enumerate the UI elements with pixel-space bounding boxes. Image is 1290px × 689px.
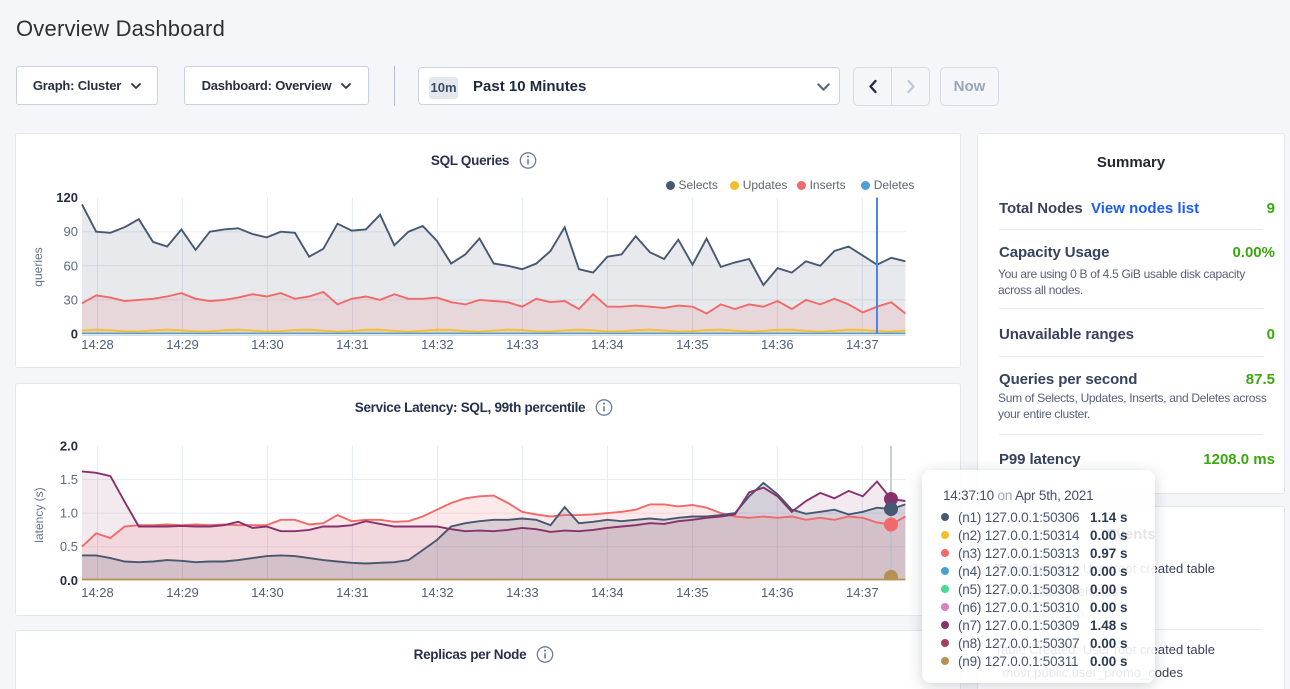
svg-text:14:34: 14:34 bbox=[591, 585, 624, 600]
svg-text:14:34: 14:34 bbox=[591, 337, 624, 352]
svg-text:14:33: 14:33 bbox=[506, 585, 539, 600]
svg-text:30: 30 bbox=[64, 292, 78, 307]
svg-text:0.5: 0.5 bbox=[60, 539, 78, 554]
svg-text:1.0: 1.0 bbox=[60, 506, 78, 521]
svg-text:14:33: 14:33 bbox=[506, 337, 539, 352]
svg-text:14:37: 14:37 bbox=[846, 337, 879, 352]
svg-text:2.0: 2.0 bbox=[60, 438, 78, 453]
svg-text:14:32: 14:32 bbox=[421, 337, 454, 352]
svg-text:60: 60 bbox=[64, 258, 78, 273]
svg-text:14:35: 14:35 bbox=[676, 337, 709, 352]
svg-text:14:28: 14:28 bbox=[81, 585, 114, 600]
svg-text:14:36: 14:36 bbox=[761, 585, 794, 600]
svg-text:0.0: 0.0 bbox=[60, 573, 78, 588]
svg-text:14:31: 14:31 bbox=[336, 585, 369, 600]
svg-text:14:29: 14:29 bbox=[166, 585, 199, 600]
svg-text:120: 120 bbox=[56, 190, 78, 205]
svg-text:14:35: 14:35 bbox=[676, 585, 709, 600]
svg-text:14:28: 14:28 bbox=[81, 337, 114, 352]
svg-text:1.5: 1.5 bbox=[60, 472, 78, 487]
svg-text:14:29: 14:29 bbox=[166, 337, 199, 352]
svg-text:14:30: 14:30 bbox=[251, 337, 284, 352]
svg-text:14:31: 14:31 bbox=[336, 337, 369, 352]
svg-text:0: 0 bbox=[71, 327, 78, 342]
svg-text:90: 90 bbox=[64, 224, 78, 239]
svg-text:14:36: 14:36 bbox=[761, 337, 794, 352]
svg-text:14:37: 14:37 bbox=[846, 585, 879, 600]
svg-text:14:32: 14:32 bbox=[421, 585, 454, 600]
svg-text:14:30: 14:30 bbox=[251, 585, 284, 600]
